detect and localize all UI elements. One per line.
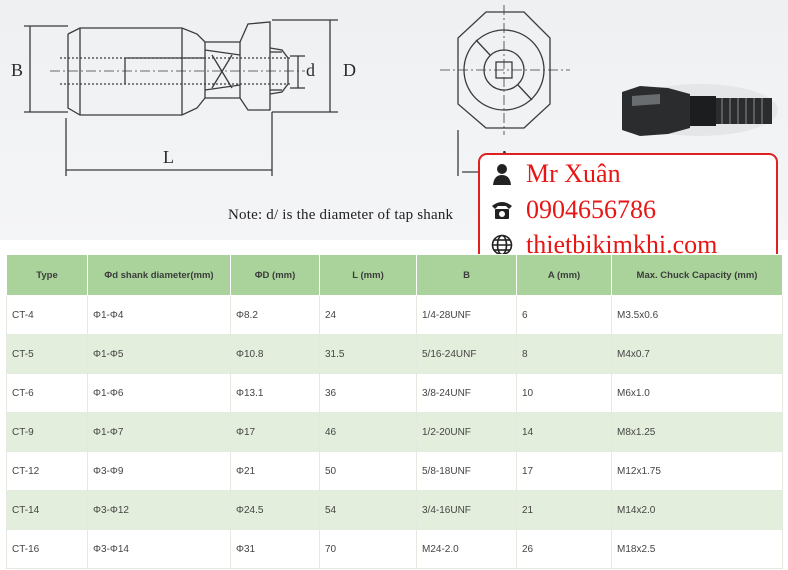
table-cell: M18x2.5	[611, 529, 783, 569]
table-cell: 10	[516, 373, 612, 413]
table-cell: 46	[319, 412, 417, 452]
table-cell: Φ1-Φ4	[87, 295, 231, 335]
table-cell: CT-16	[6, 529, 88, 569]
table-row: CT-5 Φ1-Φ5 Φ10.8 31.5 5/16-24UNF 8 M4x0.…	[6, 334, 783, 374]
label-B: B	[11, 60, 23, 80]
table-row: CT-9 Φ1-Φ7 Φ17 46 1/2-20UNF 14 M8x1.25	[6, 412, 783, 452]
table-cell: M6x1.0	[611, 373, 783, 413]
label-L: L	[163, 147, 174, 167]
table-cell: Φ13.1	[230, 373, 320, 413]
table-cell: 3/4-16UNF	[416, 490, 517, 530]
label-d: d	[306, 60, 315, 80]
label-D: D	[343, 60, 356, 80]
table-cell: 21	[516, 490, 612, 530]
drawing-note: Note: d/ is the diameter of tap shank	[228, 207, 454, 223]
table-cell: 5/8-18UNF	[416, 451, 517, 491]
column-header: ΦD (mm)	[230, 254, 320, 296]
table-cell: CT-6	[6, 373, 88, 413]
table-cell: Φ31	[230, 529, 320, 569]
table-cell: Φ10.8	[230, 334, 320, 374]
column-header: Max. Chuck Capacity (mm)	[611, 254, 783, 296]
table-cell: CT-14	[6, 490, 88, 530]
table-row: CT-16 Φ3-Φ14 Φ31 70 M24-2.0 26 M18x2.5	[6, 529, 783, 569]
table-cell: 31.5	[319, 334, 417, 374]
table-cell: Φ1-Φ6	[87, 373, 231, 413]
collet-product-photo	[622, 84, 778, 136]
table-cell: 1/4-28UNF	[416, 295, 517, 335]
table-cell: 54	[319, 490, 417, 530]
contact-phone[interactable]: 0904656786	[526, 195, 656, 225]
table-cell: 5/16-24UNF	[416, 334, 517, 374]
table-cell: Φ21	[230, 451, 320, 491]
column-header: B	[416, 254, 517, 296]
table-cell: Φ3-Φ14	[87, 529, 231, 569]
table-cell: M12x1.75	[611, 451, 783, 491]
table-cell: Φ3-Φ9	[87, 451, 231, 491]
table-row: CT-14 Φ3-Φ12 Φ24.5 54 3/4-16UNF 21 M14x2…	[6, 490, 783, 530]
table-cell: 6	[516, 295, 612, 335]
person-icon	[490, 162, 514, 186]
column-header: A (mm)	[516, 254, 612, 296]
column-header: L (mm)	[319, 254, 417, 296]
table-cell: M4x0.7	[611, 334, 783, 374]
column-header: Type	[6, 254, 88, 296]
telephone-icon	[490, 198, 514, 222]
table-header-row: Type Φd shank diameter(mm) ΦD (mm) L (mm…	[6, 254, 783, 296]
spec-table: Type Φd shank diameter(mm) ΦD (mm) L (mm…	[6, 254, 783, 569]
table-cell: 8	[516, 334, 612, 374]
table-cell: 24	[319, 295, 417, 335]
table-cell: CT-5	[6, 334, 88, 374]
table-cell: CT-9	[6, 412, 88, 452]
table-cell: M8x1.25	[611, 412, 783, 452]
contact-name-row: Mr Xuân	[490, 159, 621, 189]
table-cell: 3/8-24UNF	[416, 373, 517, 413]
table-cell: CT-12	[6, 451, 88, 491]
table-cell: Φ1-Φ7	[87, 412, 231, 452]
table-row: CT-4 Φ1-Φ4 Φ8.2 24 1/4-28UNF 6 M3.5x0.6	[6, 295, 783, 335]
table-cell: 14	[516, 412, 612, 452]
table-cell: M3.5x0.6	[611, 295, 783, 335]
contact-box: Mr Xuân 0904656786 thietbikimkhi.com	[478, 153, 778, 269]
contact-phone-row: 0904656786	[490, 195, 656, 225]
table-cell: M14x2.0	[611, 490, 783, 530]
column-header: Φd shank diameter(mm)	[87, 254, 231, 296]
table-cell: 26	[516, 529, 612, 569]
table-cell: Φ24.5	[230, 490, 320, 530]
table-cell: CT-4	[6, 295, 88, 335]
table-cell: M24-2.0	[416, 529, 517, 569]
table-row: CT-12 Φ3-Φ9 Φ21 50 5/8-18UNF 17 M12x1.75	[6, 451, 783, 491]
table-cell: 17	[516, 451, 612, 491]
table-row: CT-6 Φ1-Φ6 Φ13.1 36 3/8-24UNF 10 M6x1.0	[6, 373, 783, 413]
table-cell: Φ17	[230, 412, 320, 452]
table-cell: Φ8.2	[230, 295, 320, 335]
table-cell: Φ1-Φ5	[87, 334, 231, 374]
table-cell: 1/2-20UNF	[416, 412, 517, 452]
table-cell: 36	[319, 373, 417, 413]
table-cell: 70	[319, 529, 417, 569]
table-cell: 50	[319, 451, 417, 491]
contact-name: Mr Xuân	[526, 159, 621, 188]
table-cell: Φ3-Φ12	[87, 490, 231, 530]
